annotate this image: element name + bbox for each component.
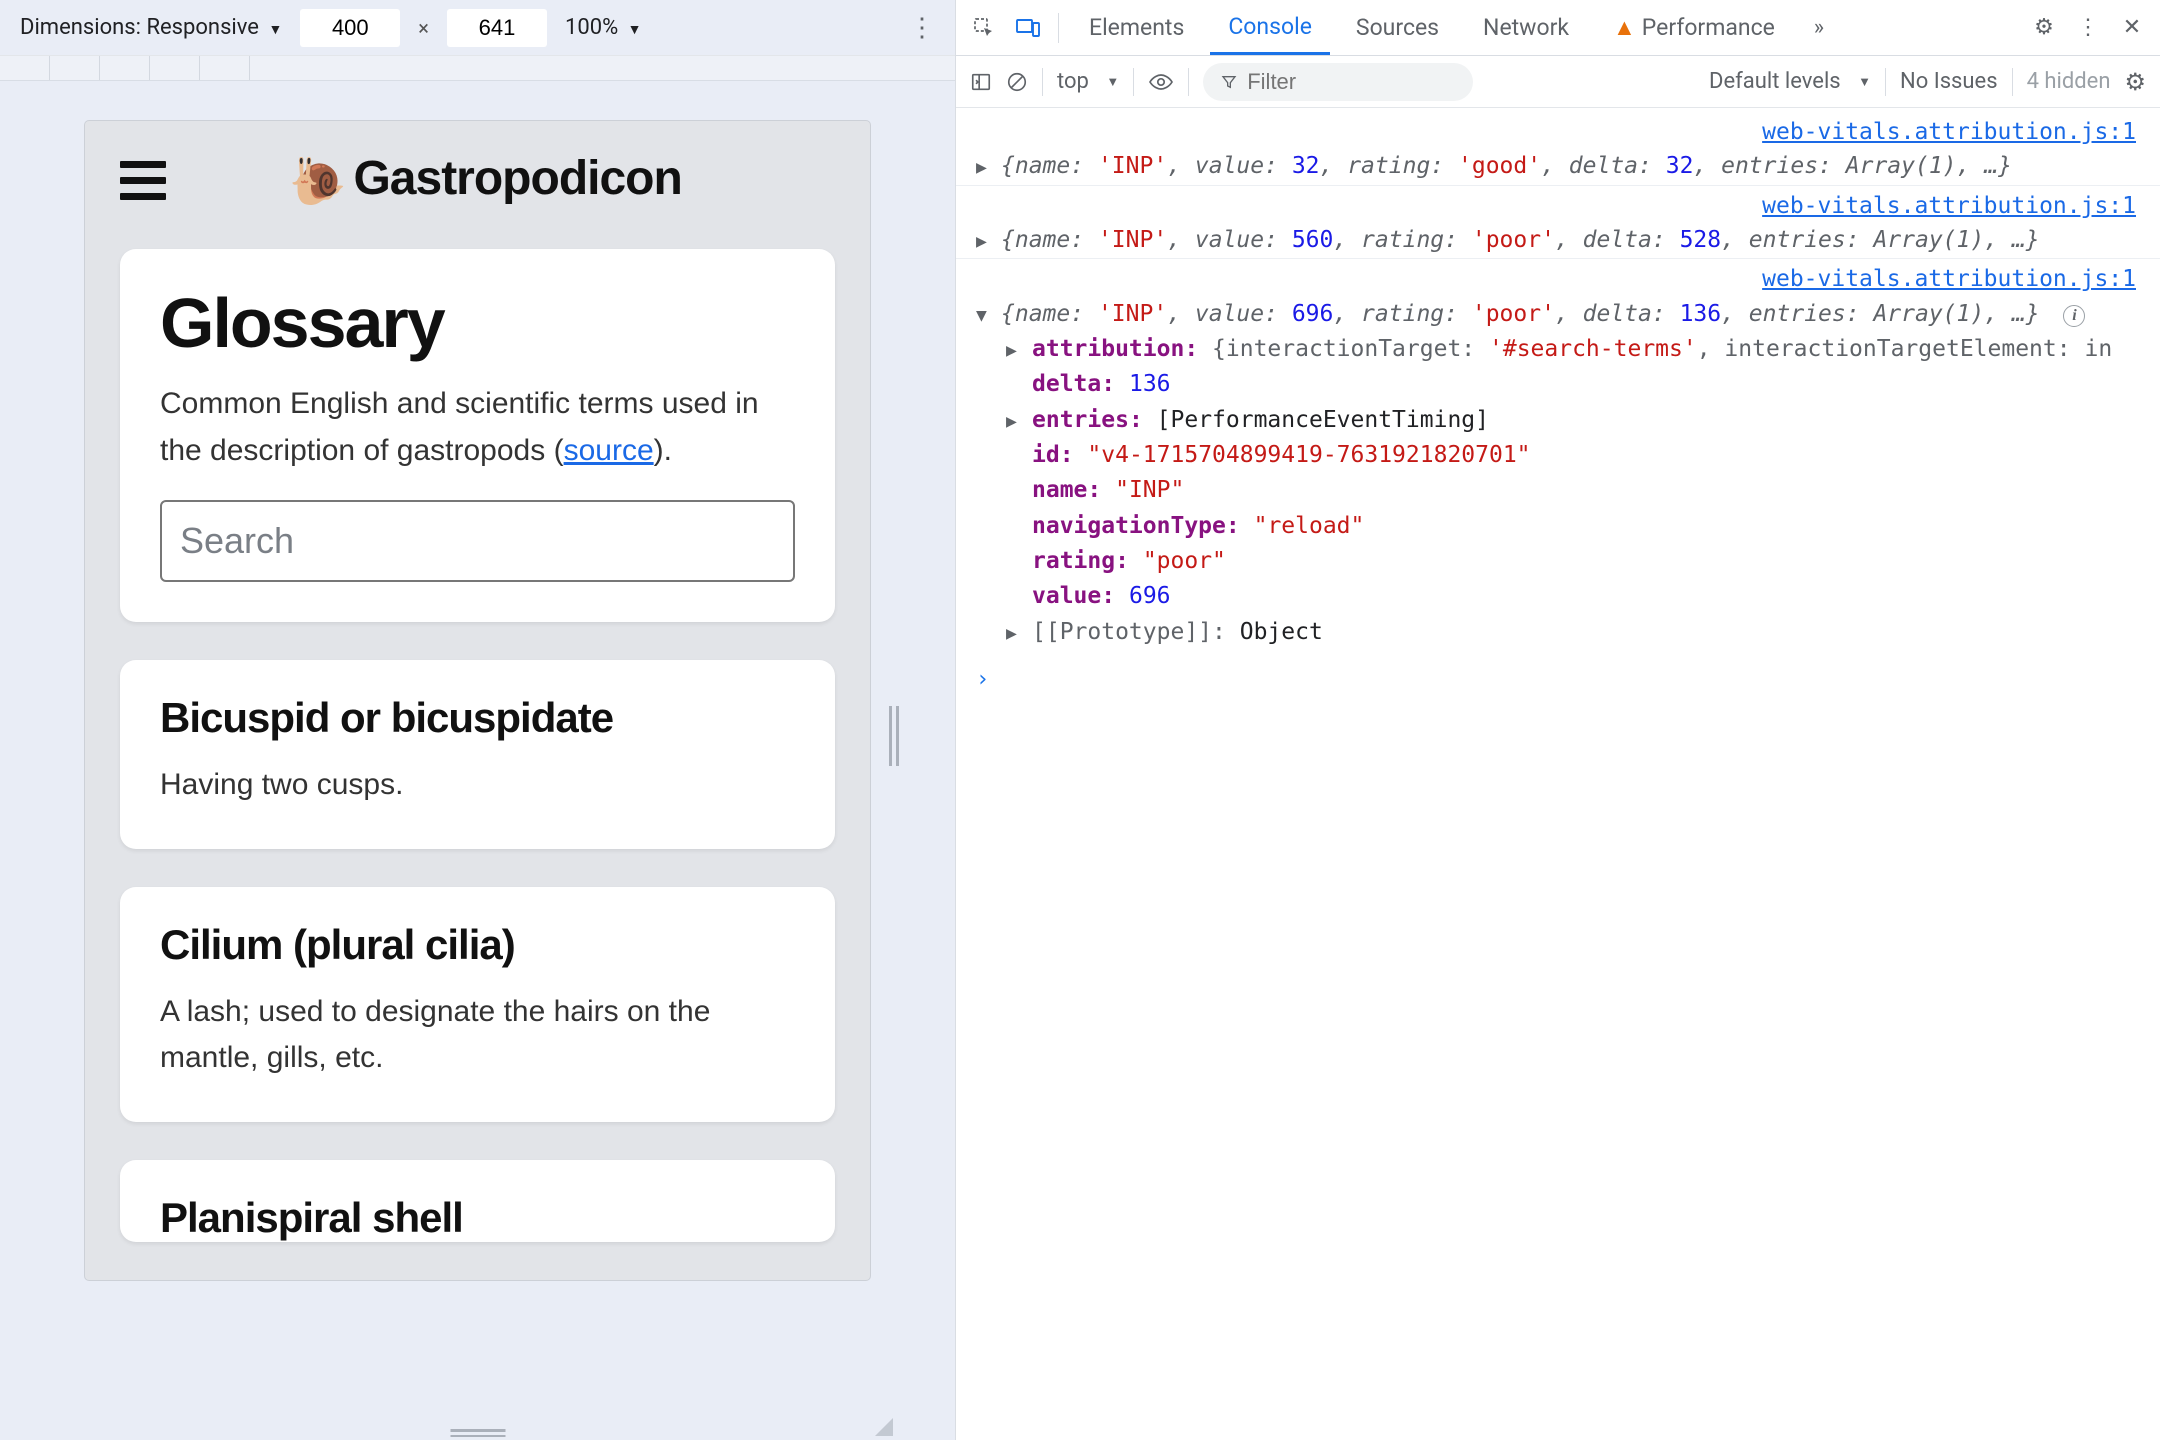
console-prompt[interactable]: › — [956, 650, 2160, 696]
devtools-pane: Elements Console Sources Network ▲Perfor… — [956, 0, 2160, 1440]
resize-handle-bottom[interactable] — [450, 1429, 505, 1437]
object-property-row[interactable]: delta: 136 — [956, 367, 2160, 402]
devtools-settings-icon[interactable]: ⚙ — [2026, 15, 2062, 40]
resize-handle-corner[interactable] — [875, 1418, 893, 1436]
console-settings-icon[interactable]: ⚙ — [2124, 68, 2146, 96]
tab-performance[interactable]: ▲Performance — [1595, 0, 1793, 55]
device-preview-pane: Dimensions: Responsive ▼ × 100% ▼ ⋮ 🐌Gas… — [0, 0, 956, 1440]
app-title: 🐌Gastropodicon — [289, 152, 682, 205]
expand-icon[interactable]: ▶ — [1006, 338, 1017, 364]
term-definition: Having two cusps. — [160, 762, 795, 809]
devtools-tabbar: Elements Console Sources Network ▲Perfor… — [956, 0, 2160, 56]
term-title: Planispiral shell — [160, 1194, 795, 1242]
object-property-row[interactable]: value: 696 — [956, 579, 2160, 614]
console-log-row[interactable]: ▶ {name: 'INP', value: 32, rating: 'good… — [956, 149, 2160, 184]
log-source-link[interactable]: web-vitals.attribution.js:1 — [956, 258, 2160, 296]
expand-icon[interactable]: ▶ — [976, 155, 987, 181]
term-title: Cilium (plural cilia) — [160, 921, 795, 969]
tab-sources[interactable]: Sources — [1338, 0, 1457, 55]
preview-stage: 🐌Gastropodicon Glossary Common English a… — [0, 81, 955, 1440]
object-property-row[interactable]: id: "v4-1715704899419-7631921820701" — [956, 438, 2160, 473]
live-expression-icon[interactable] — [1148, 72, 1174, 92]
object-property-row[interactable]: name: "INP" — [956, 473, 2160, 508]
glossary-source-link[interactable]: source — [564, 434, 654, 467]
tab-console[interactable]: Console — [1210, 0, 1330, 55]
object-property-row[interactable]: ▶ entries: [PerformanceEventTiming] — [956, 403, 2160, 438]
console-log-row[interactable]: ▶ {name: 'INP', value: 560, rating: 'poo… — [956, 223, 2160, 258]
clear-console-icon[interactable] — [1006, 71, 1028, 93]
tabs-overflow-icon[interactable]: » — [1801, 15, 1837, 40]
object-property-row[interactable]: navigationType: "reload" — [956, 509, 2160, 544]
app-header: 🐌Gastropodicon — [120, 151, 835, 209]
console-log-row[interactable]: ▼ {name: 'INP', value: 696, rating: 'poo… — [956, 297, 2160, 332]
expand-icon[interactable]: ▶ — [976, 229, 987, 255]
glossary-heading: Glossary — [160, 283, 795, 363]
console-context-dropdown[interactable]: top ▼ — [1057, 69, 1119, 94]
expand-icon[interactable]: ▶ — [1006, 621, 1017, 647]
dimension-separator: × — [418, 16, 429, 40]
zoom-dropdown[interactable]: 100% ▼ — [565, 15, 642, 40]
expand-icon[interactable]: ▶ — [1006, 409, 1017, 435]
tab-network[interactable]: Network — [1465, 0, 1587, 55]
glossary-description: Common English and scientific terms used… — [160, 381, 795, 474]
object-property-row[interactable]: ▶ [[Prototype]]: Object — [956, 615, 2160, 650]
console-body: web-vitals.attribution.js:1 ▶ {name: 'IN… — [956, 108, 2160, 1440]
snail-icon: 🐌 — [289, 155, 345, 207]
term-title: Bicuspid or bicuspidate — [160, 694, 795, 742]
devtools-close-icon[interactable]: ✕ — [2114, 15, 2150, 40]
issues-button[interactable]: No Issues — [1900, 69, 1998, 94]
search-input[interactable] — [160, 500, 795, 582]
device-toolbar: Dimensions: Responsive ▼ × 100% ▼ ⋮ — [0, 0, 955, 56]
collapse-icon[interactable]: ▼ — [976, 303, 987, 329]
term-definition: A lash; used to designate the hairs on t… — [160, 989, 795, 1082]
device-toolbar-more-icon[interactable]: ⋮ — [909, 13, 935, 43]
log-source-link[interactable]: web-vitals.attribution.js:1 — [956, 114, 2160, 149]
devtools-more-icon[interactable]: ⋮ — [2070, 15, 2106, 40]
inspect-icon[interactable] — [966, 15, 1002, 40]
term-card: Planispiral shell — [120, 1160, 835, 1242]
log-levels-dropdown[interactable]: Default levels ▼ — [1709, 69, 1871, 94]
viewport-width-input[interactable] — [300, 9, 400, 47]
console-filter[interactable] — [1203, 63, 1473, 101]
viewport-height-input[interactable] — [447, 9, 547, 47]
horizontal-ruler — [0, 56, 955, 81]
log-source-link[interactable]: web-vitals.attribution.js:1 — [956, 185, 2160, 223]
term-card: Cilium (plural cilia) A lash; used to de… — [120, 887, 835, 1122]
object-property-row[interactable]: rating: "poor" — [956, 544, 2160, 579]
dimensions-label[interactable]: Dimensions: Responsive ▼ — [20, 15, 282, 40]
tab-elements[interactable]: Elements — [1071, 0, 1202, 55]
console-sidebar-toggle-icon[interactable] — [970, 71, 992, 93]
console-filter-input[interactable] — [1247, 69, 1455, 95]
device-toggle-icon[interactable] — [1010, 15, 1046, 40]
term-card: Bicuspid or bicuspidate Having two cusps… — [120, 660, 835, 849]
object-property-row[interactable]: ▶ attribution: {interactionTarget: '#sea… — [956, 332, 2160, 367]
glossary-card: Glossary Common English and scientific t… — [120, 249, 835, 622]
resize-handle-right[interactable] — [889, 706, 899, 766]
console-toolbar: top ▼ Default levels ▼ No Issues 4 hidde… — [956, 56, 2160, 108]
info-badge-icon[interactable]: i — [2063, 305, 2085, 327]
device-frame: 🐌Gastropodicon Glossary Common English a… — [85, 121, 870, 1280]
hidden-messages-count[interactable]: 4 hidden — [2027, 69, 2111, 94]
